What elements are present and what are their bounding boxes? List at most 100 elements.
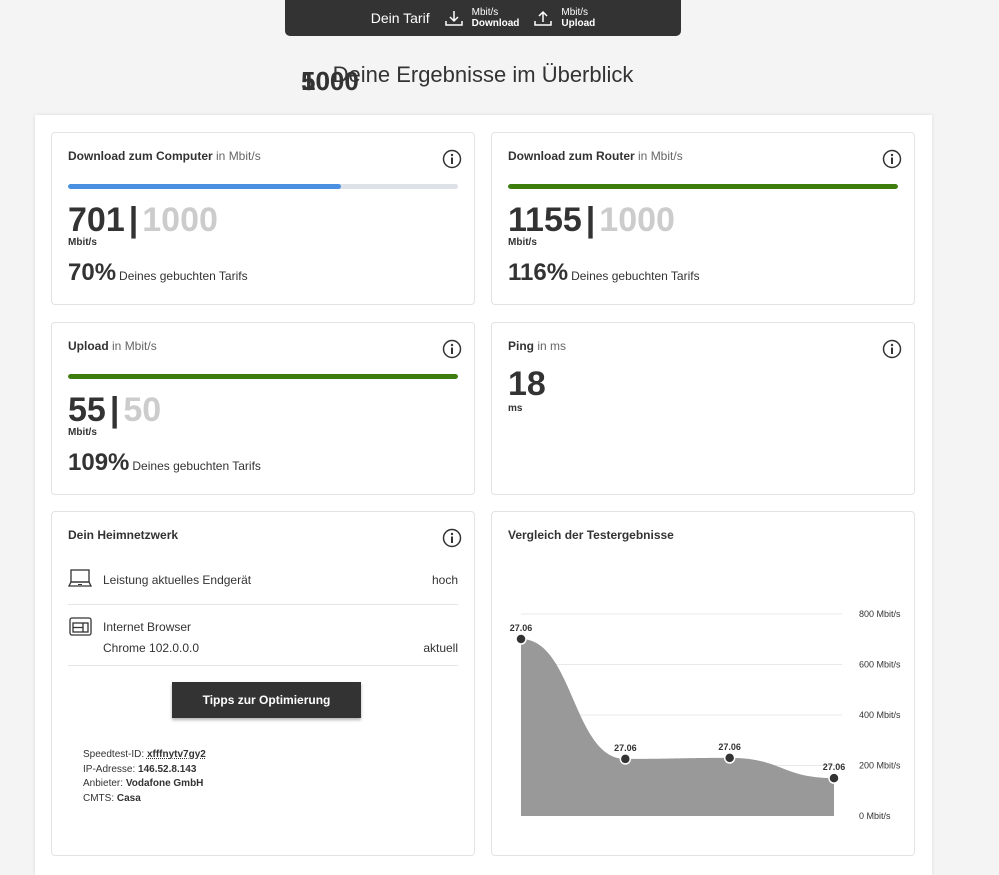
download-computer-card: Download zum Computer in Mbit/s 701 | 1000… [51,132,475,305]
progress-bar [508,184,898,189]
unit-label: in Mbit/s [112,339,157,353]
card-title: Download zum Router in Mbit/s [508,149,898,163]
percent-of-tariff: 109% Deines gebuchten Tarifs [68,449,261,477]
progress-fill [68,374,458,379]
progress-bar [68,184,458,189]
laptop-icon [68,569,92,587]
measured-value: 55 [68,391,106,429]
progress-fill [508,184,898,189]
unit-label: in Mbit/s [216,149,261,163]
data-point [515,633,527,645]
y-tick-label: 0 Mbit/s [859,811,891,821]
page-title: Deine Ergebnisse im Überblick [332,62,634,87]
percent-of-tariff: 116% Deines gebuchten Tarifs [508,259,700,287]
tariff-download-unit: Mbit/s Download [472,7,520,29]
upload-label: Upload [561,18,596,29]
download-label: Download [471,18,520,29]
data-label: 27.06 [718,742,741,752]
info-icon[interactable] [442,528,462,548]
unit: Mbit/s [68,427,97,438]
speed-value: 55 | 50 [68,391,161,430]
provider-label: Anbieter: [83,778,124,789]
upload-icon [534,10,553,26]
unit-label: in ms [537,339,567,353]
speedtest-id[interactable]: xfffnytv7gy2 [147,749,206,760]
data-point [723,752,736,764]
ip-label: IP-Adresse: [83,763,136,775]
tariff-banner: Dein Tarif 1000 Mbit/s Download 50 Mbit/s… [285,0,681,94]
percent: 116% [508,259,569,286]
ping-card: Ping in ms 18 ms [491,322,915,495]
home-network-card: Dein Heimnetzwerk Leistung aktuelles End… [51,511,475,856]
ip-address: 146.52.8.143 [138,763,197,775]
optimization-tips-button[interactable]: Tipps zur Optimierung [172,682,361,718]
speed-value: 701 | 1000 [68,201,218,240]
data-label: 27.06 [823,762,846,772]
percent-label: Deines gebuchten Tarifs [119,269,248,283]
device-label: Leistung aktuelles Endgerät [103,573,252,587]
browser-icon [69,617,92,636]
tariff-upload-unit: Mbit/s Upload [561,7,595,29]
title-text: Dein Heimnetzwerk [68,528,179,542]
device-value: hoch [431,573,458,587]
cmts: Casa [116,792,141,804]
separator: | [109,391,120,429]
card-title: Download zum Computer in Mbit/s [68,149,458,163]
info-icon[interactable] [882,149,902,169]
title-text: Download zum Computer [68,149,213,163]
unit: Mbit/s [561,7,589,18]
unit: Mbit/s [508,237,537,248]
provider: Vodafone GmbH [125,778,204,789]
comparison-chart-card: Vergleich der Testergebnisse 0 Mbit/s 200… [491,511,915,856]
y-tick-label: 600 Mbit/s [859,660,901,670]
y-tick-label: 200 Mbit/s [859,761,901,771]
data-point [619,753,632,765]
card-title: Upload in Mbit/s [68,339,458,353]
browser-label: Internet Browser [103,620,192,634]
unit: Mbit/s [68,237,97,248]
unit: ms [508,403,523,414]
comparison-chart: 0 Mbit/s 200 Mbit/s 400 Mbit/s 600 Mbit/s 80… [510,609,901,821]
measured-value: 18 [508,365,546,403]
test-metadata: Speedtest-ID: xfffnytv7gy2 IP-Adresse: 1… [83,748,206,806]
separator: | [585,201,596,239]
measured-value: 1155 [508,201,582,239]
unit: Mbit/s [471,7,499,18]
area-series [521,638,834,816]
cmts-label: CMTS: [83,792,115,804]
download-router-card: Download zum Router in Mbit/s 1155 | 1000 … [491,132,915,305]
info-icon[interactable] [882,339,902,359]
percent-label: Deines gebuchten Tarifs [132,459,261,473]
ping-value: 18 [508,365,546,404]
title-text: Ping [508,339,534,353]
separator: | [128,201,139,239]
y-tick-label: 800 Mbit/s [859,609,901,619]
card-title: Ping in ms [508,339,898,353]
measured-value: 701 [68,201,125,239]
info-icon[interactable] [442,339,462,359]
speed-value: 1155 | 1000 [508,201,675,240]
progress-bar [68,374,458,379]
data-point [828,772,840,784]
upload-card: Upload in Mbit/s 55 | 50 Mbit/s 109% Deines… [51,322,475,495]
data-label: 27.06 [510,623,533,633]
percent-of-tariff: 70% Deines gebuchten Tarifs [68,259,248,287]
download-icon [444,11,463,26]
unit-label: in Mbit/s [638,149,683,163]
percent-label: Deines gebuchten Tarifs [571,269,700,283]
browser-value: aktuell [423,641,458,655]
info-icon[interactable] [442,149,462,169]
tariff-value: 1000 [599,201,675,239]
browser-name: Chrome 102.0.0.0 [103,641,200,655]
tariff-value: 50 [123,391,162,429]
browser-row: Internet Browser Chrome 102.0.0.0 aktuel… [68,605,458,666]
data-label: 27.06 [614,743,637,753]
title-text: Download zum Router [508,149,635,163]
percent: 70% [68,259,117,286]
tariff-label: Dein Tarif [370,10,430,26]
tariff-value: 1000 [142,201,218,239]
y-tick-label: 400 Mbit/s [859,710,901,720]
id-label: Speedtest-ID: [83,749,145,760]
percent: 109% [68,449,130,476]
device-row: Leistung aktuelles Endgerät hoch [68,558,458,605]
